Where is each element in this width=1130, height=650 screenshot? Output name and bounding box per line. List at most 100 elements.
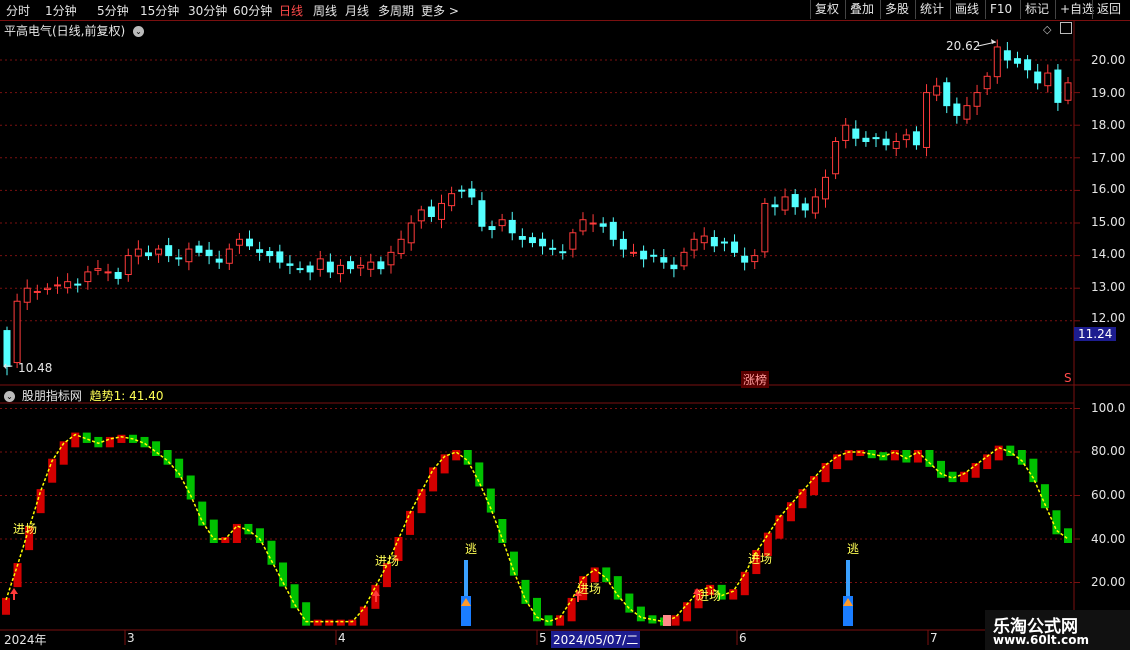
candle-body (619, 238, 627, 250)
candle-body (912, 131, 920, 146)
candle-body (720, 241, 728, 244)
candle-body (1034, 71, 1042, 84)
candle-body (43, 287, 51, 291)
candle-body (397, 238, 405, 255)
trend-bar (429, 467, 438, 492)
x-tick-label: 2024年 (4, 633, 47, 647)
candle-body (801, 203, 809, 211)
candle-body (589, 222, 597, 225)
candle-body (933, 85, 941, 96)
candle-body (1054, 69, 1062, 103)
candle-body (438, 202, 446, 220)
candle-body (256, 249, 264, 253)
y-tick-label: 14.00 (1091, 247, 1126, 261)
candle-body (427, 206, 435, 217)
candlestick-chart[interactable] (0, 0, 1130, 650)
candle-body (629, 251, 637, 254)
indicator-panel-title: ⌄ 股朋指标网 趋势1: 41.40 (4, 387, 164, 404)
candle-body (165, 245, 173, 257)
high-price-label: 20.62 (946, 39, 981, 53)
candle-body (104, 271, 112, 274)
candle-body (771, 204, 779, 208)
candle-body (458, 189, 466, 192)
candle-body (246, 238, 254, 247)
y-tick-label: 20.00 (1091, 575, 1126, 589)
candle-body (650, 254, 658, 257)
candle-body (680, 251, 688, 267)
candle-body (468, 188, 476, 198)
trend-bar (417, 489, 426, 514)
trend-bar (255, 528, 264, 543)
trend-bar (798, 489, 807, 509)
candle-body (1013, 58, 1021, 64)
s-marker-icon[interactable]: S (1064, 371, 1072, 385)
x-tick-label: 7 (930, 631, 938, 645)
candle-body (811, 196, 819, 214)
y-tick-label: 12.00 (1091, 311, 1126, 325)
candle-body (296, 268, 304, 271)
candle-body (185, 248, 193, 263)
candle-body (549, 247, 557, 250)
trend-bar (602, 567, 611, 583)
y-tick-label: 100.0 (1091, 401, 1126, 415)
candle-body (832, 141, 840, 175)
trend-indicator (2, 432, 1072, 626)
candle-body (74, 283, 82, 286)
candle-body (943, 82, 951, 107)
y-tick-label: 40.00 (1091, 532, 1126, 546)
candle-body (266, 250, 274, 257)
entry-signal-label: 进场 (13, 522, 38, 536)
grid-lines (0, 20, 1130, 645)
candle-body (518, 236, 526, 240)
y-tick-label: 80.00 (1091, 444, 1126, 458)
candle-body (235, 238, 243, 246)
trend-bar (1064, 528, 1072, 543)
x-tick-label: 3 (127, 631, 135, 645)
trend-bar (452, 450, 461, 461)
candle-body (852, 128, 860, 139)
x-tick-label: 5 (539, 631, 547, 645)
candles (3, 39, 1072, 376)
y-tick-label: 15.00 (1091, 215, 1126, 229)
x-tick-label: 6 (739, 631, 747, 645)
trend-bar (1017, 450, 1026, 465)
candle-body (842, 124, 850, 141)
chevron-down-icon[interactable]: ⌄ (4, 391, 15, 402)
candle-body (902, 134, 910, 141)
candle-body (781, 196, 789, 211)
candle-body (1024, 59, 1032, 71)
trend-bar (313, 619, 322, 626)
y-tick-label: 13.00 (1091, 280, 1126, 294)
candle-body (539, 238, 547, 247)
escape-signal-label: 逃 (465, 542, 478, 556)
x-tick-label: 4 (338, 631, 346, 645)
candle-body (751, 255, 759, 263)
trend-bar (833, 454, 842, 470)
trend-bar (567, 597, 576, 622)
trend-bar (94, 436, 103, 448)
candle-body (508, 219, 516, 234)
candle-body (326, 261, 334, 273)
trend-bar (163, 450, 172, 465)
candle-body (54, 284, 62, 287)
candle-body (579, 219, 587, 232)
candle-body (13, 300, 21, 364)
candle-body (599, 223, 607, 227)
candle-body (761, 202, 769, 253)
rank-marker[interactable]: 涨榜 (741, 371, 770, 388)
entry-signal-label: 进场 (697, 589, 722, 603)
candle-body (609, 221, 617, 240)
candle-body (195, 245, 203, 253)
candle-body (963, 105, 971, 120)
candle-body (276, 251, 284, 263)
y-tick-label: 60.00 (1091, 488, 1126, 502)
entry-signal-label: 进场 (577, 582, 602, 596)
candle-body (417, 209, 425, 222)
trend-bar (359, 606, 368, 626)
candle-body (33, 290, 41, 293)
candle-body (569, 232, 577, 250)
trend-bar (890, 450, 899, 461)
candle-body (215, 258, 223, 263)
candle-body (306, 265, 314, 273)
candle-body (953, 103, 961, 116)
